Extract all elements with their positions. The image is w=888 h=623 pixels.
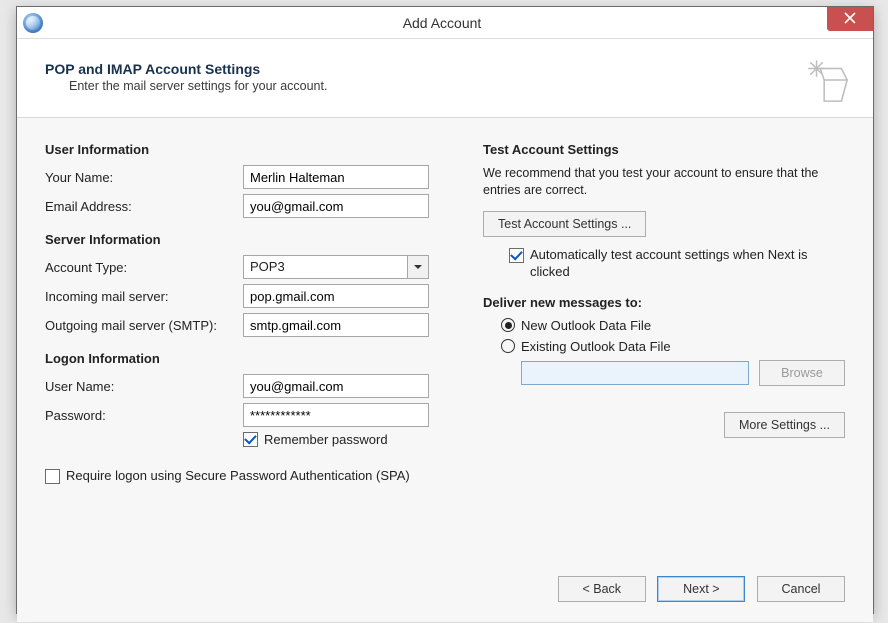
header-title: POP and IMAP Account Settings: [45, 61, 845, 77]
spa-checkbox[interactable]: [45, 469, 60, 484]
back-button[interactable]: < Back: [558, 576, 646, 602]
app-icon: [23, 13, 43, 33]
password-label: Password:: [45, 408, 243, 423]
account-type-dropdown-button[interactable]: [407, 255, 429, 279]
outgoing-label: Outgoing mail server (SMTP):: [45, 318, 243, 333]
remember-password-checkbox[interactable]: [243, 432, 258, 447]
window-title: Add Account: [49, 15, 873, 31]
new-data-file-radio[interactable]: [501, 318, 515, 332]
existing-data-file-radio[interactable]: [501, 339, 515, 353]
existing-data-file-input[interactable]: [521, 361, 749, 385]
user-info-heading: User Information: [45, 142, 443, 157]
spa-label: Require logon using Secure Password Auth…: [66, 467, 410, 485]
new-data-file-label: New Outlook Data File: [521, 318, 651, 333]
incoming-server-input[interactable]: [243, 284, 429, 308]
browse-button[interactable]: Browse: [759, 360, 845, 386]
username-label: User Name:: [45, 379, 243, 394]
test-description: We recommend that you test your account …: [483, 165, 845, 199]
dialog-header: POP and IMAP Account Settings Enter the …: [17, 39, 873, 118]
remember-password-label: Remember password: [264, 432, 388, 447]
account-type-label: Account Type:: [45, 260, 243, 275]
auto-test-label: Automatically test account settings when…: [530, 247, 830, 281]
account-type-value: POP3: [243, 255, 407, 279]
close-button[interactable]: [827, 7, 873, 31]
incoming-label: Incoming mail server:: [45, 289, 243, 304]
outgoing-server-input[interactable]: [243, 313, 429, 337]
next-button[interactable]: Next >: [657, 576, 745, 602]
password-input[interactable]: [243, 403, 429, 427]
test-heading: Test Account Settings: [483, 142, 845, 157]
chevron-down-icon: [413, 262, 423, 272]
username-input[interactable]: [243, 374, 429, 398]
existing-data-file-label: Existing Outlook Data File: [521, 339, 671, 354]
header-subtitle: Enter the mail server settings for your …: [69, 79, 845, 93]
more-settings-button[interactable]: More Settings ...: [724, 412, 845, 438]
your-name-label: Your Name:: [45, 170, 243, 185]
deliver-heading: Deliver new messages to:: [483, 295, 845, 310]
account-type-select[interactable]: POP3: [243, 255, 429, 279]
server-info-heading: Server Information: [45, 232, 443, 247]
titlebar: Add Account: [17, 7, 873, 39]
auto-test-checkbox[interactable]: [509, 248, 524, 263]
email-input[interactable]: [243, 194, 429, 218]
cancel-button[interactable]: Cancel: [757, 576, 845, 602]
email-label: Email Address:: [45, 199, 243, 214]
your-name-input[interactable]: [243, 165, 429, 189]
logon-info-heading: Logon Information: [45, 351, 443, 366]
test-account-settings-button[interactable]: Test Account Settings ...: [483, 211, 646, 237]
wizard-icon: [805, 57, 851, 103]
dialog-footer: < Back Next > Cancel: [17, 558, 873, 622]
close-icon: [844, 12, 856, 24]
add-account-dialog: Add Account POP and IMAP Account Setting…: [16, 6, 874, 614]
